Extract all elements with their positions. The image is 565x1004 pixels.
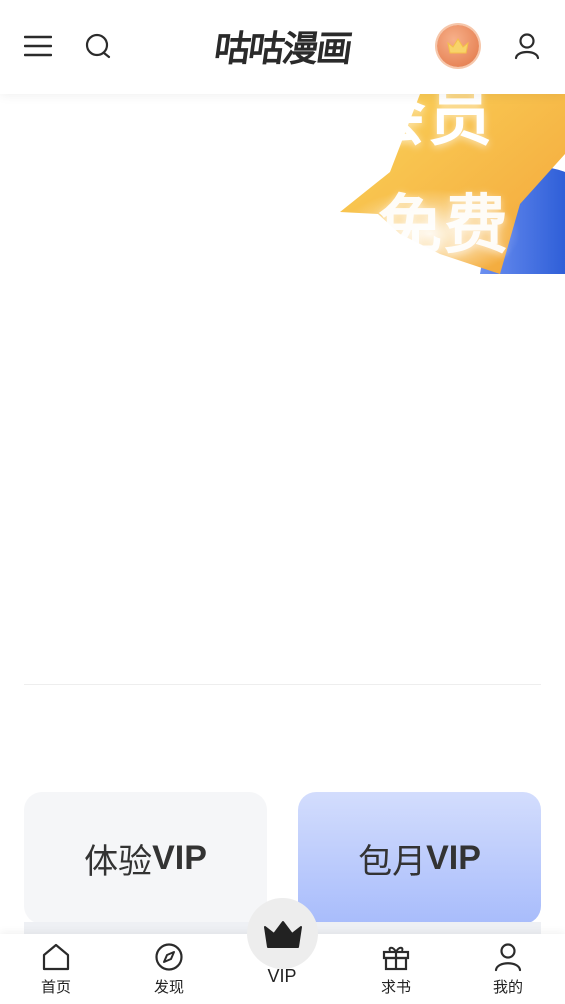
plan-card-trial-vip[interactable]: 体验 VIP [24,792,267,924]
plan-card-monthly-vip[interactable]: 包月 VIP [298,792,541,924]
user-icon[interactable] [509,28,545,64]
plan-card-footer [298,922,541,934]
nav-label-vip[interactable]: VIP [242,966,322,987]
section-divider [24,684,541,685]
plan-card-prefix: 包月 [358,841,427,882]
app-logo[interactable]: 咕咕漫画 [199,18,367,74]
nav-item-discover[interactable]: 发现 [129,942,209,1002]
banner-text-top: 会员 [362,94,494,155]
promo-banner[interactable]: 会员 免费 [0,94,565,274]
nav-label-mine: 我的 [492,979,523,996]
home-icon [42,943,70,971]
plan-card-prefix: 体验 [84,841,153,882]
plan-card-suffix: VIP [426,838,481,877]
user-icon [494,943,522,972]
plan-card-footer [24,922,267,934]
search-icon[interactable] [80,28,116,64]
banner-text-bottom: 免费 [378,189,510,263]
gift-icon [382,946,410,971]
crown-icon [263,920,302,948]
top-header: 咕咕漫画 [0,0,565,94]
nav-item-home[interactable]: 首页 [16,942,96,1002]
nav-item-request-book[interactable]: 求书 [356,942,436,1002]
nav-label-discover: 发现 [153,979,184,996]
nav-label-request: 求书 [380,979,411,996]
compass-icon [155,943,183,971]
menu-icon[interactable] [20,28,56,64]
nav-item-mine[interactable]: 我的 [468,942,548,1002]
vip-crown-badge[interactable] [437,25,479,67]
nav-label-home: 首页 [40,979,71,996]
nav-item-vip-button[interactable] [247,898,318,969]
crown-icon [447,38,469,54]
plan-card-suffix: VIP [152,838,207,877]
